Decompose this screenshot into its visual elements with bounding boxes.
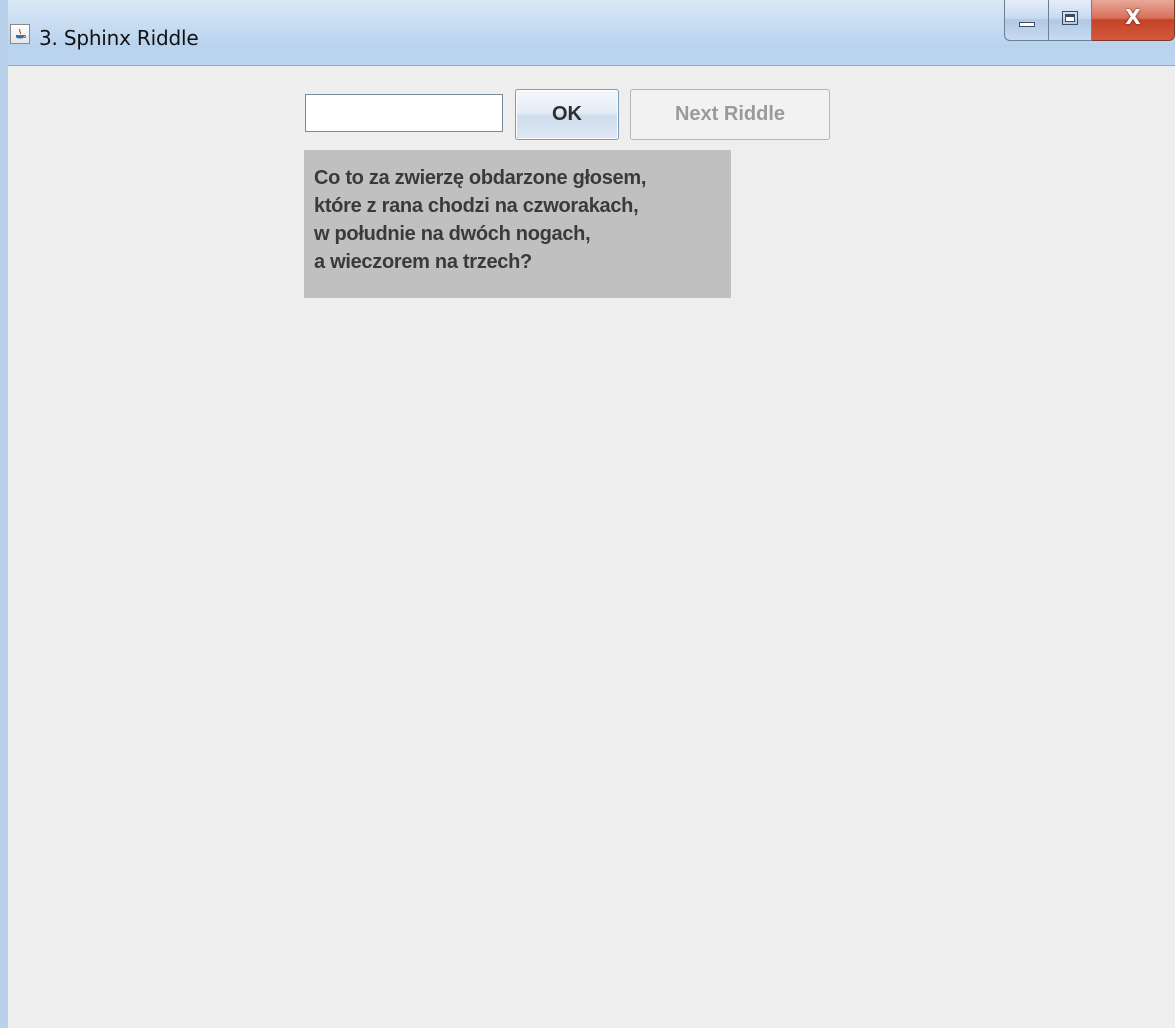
java-cup-icon[interactable] (10, 24, 30, 44)
minimize-button[interactable] (1004, 0, 1049, 41)
java-cup-glyph (16, 29, 26, 39)
ok-button[interactable]: OK (515, 89, 619, 140)
close-button[interactable]: X (1092, 0, 1175, 41)
answer-input[interactable] (305, 94, 503, 132)
close-icon: X (1125, 5, 1141, 29)
application-window: 3. Sphinx Riddle X OK Next Riddle Co to … (0, 0, 1175, 1028)
maximize-button[interactable] (1049, 0, 1092, 41)
maximize-icon (1062, 11, 1078, 25)
riddle-line: Co to za zwierzę obdarzone głosem, (314, 167, 647, 189)
window-title: 3. Sphinx Riddle (39, 26, 199, 50)
title-bar[interactable]: 3. Sphinx Riddle X (8, 0, 1175, 66)
riddle-text-panel: Co to za zwierzę obdarzone głosem, które… (304, 150, 731, 298)
riddle-line: a wieczorem na trzech? (314, 251, 532, 273)
riddle-line: które z rana chodzi na czworakach, (314, 195, 639, 217)
window-controls: X (1004, 0, 1175, 42)
minimize-icon (1019, 22, 1035, 27)
riddle-line: w południe na dwóch nogach, (314, 223, 591, 245)
content-pane: OK Next Riddle Co to za zwierzę obdarzon… (8, 66, 1175, 1028)
next-riddle-button[interactable]: Next Riddle (630, 89, 830, 140)
